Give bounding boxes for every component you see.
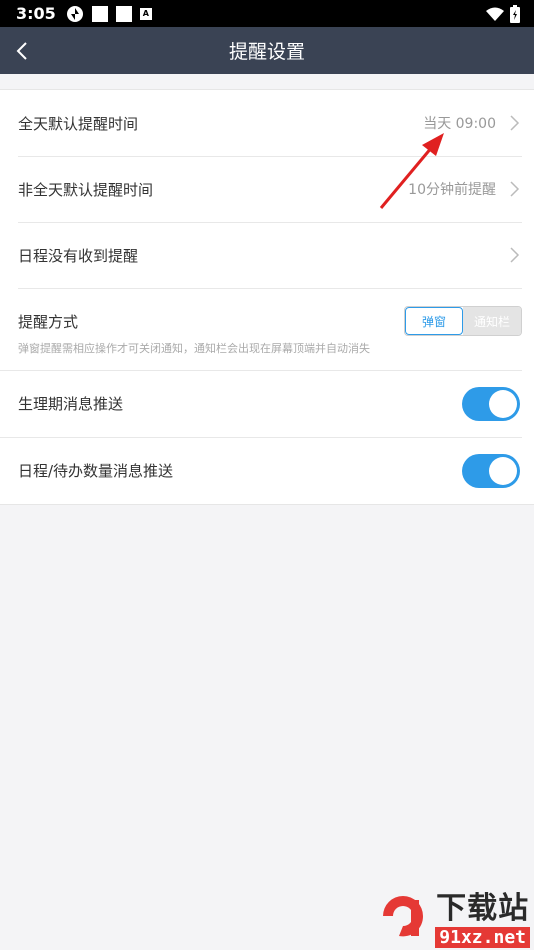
period-push-toggle[interactable] xyxy=(462,386,520,421)
allday-reminder-label: 全天默认提醒时间 xyxy=(18,114,139,133)
page-title: 提醒设置 xyxy=(228,41,305,63)
back-button[interactable] xyxy=(0,27,44,74)
watermark-text: 下载站 91xz.net xyxy=(435,883,530,948)
nonallday-reminder-row[interactable]: 非全天默认提醒时间 10分钟前提醒 xyxy=(0,156,534,222)
period-push-row: 生理期消息推送 xyxy=(0,370,534,437)
schedule-push-row: 日程/待办数量消息推送 xyxy=(0,437,534,504)
mode-option-notification[interactable]: 通知栏 xyxy=(463,307,521,335)
allday-reminder-value: 当天 09:00 xyxy=(423,116,496,132)
wifi-icon xyxy=(486,7,504,21)
reminder-mode-segmented-control: 弹窗 通知栏 xyxy=(404,306,522,336)
missed-reminder-row[interactable]: 日程没有收到提醒 xyxy=(0,222,534,288)
schedule-push-toggle[interactable] xyxy=(462,453,520,488)
settings-list: 全天默认提醒时间 当天 09:00 非全天默认提醒时间 10分钟前提醒 日程没有… xyxy=(0,89,534,505)
toggle-knob xyxy=(489,389,517,418)
allday-reminder-row[interactable]: 全天默认提醒时间 当天 09:00 xyxy=(0,90,534,156)
battery-icon xyxy=(510,4,520,23)
notification-icon xyxy=(115,5,132,22)
chevron-right-icon xyxy=(510,115,520,131)
status-icons-left: A xyxy=(66,5,152,23)
a-badge-icon: A xyxy=(139,7,152,20)
chevron-right-icon xyxy=(510,181,520,197)
period-push-label: 生理期消息推送 xyxy=(18,395,124,413)
reminder-mode-hint: 弹窗提醒需相应操作才可关闭通知，通知栏会出现在屏幕顶端并自动消失 xyxy=(18,342,370,355)
schedule-push-label: 日程/待办数量消息推送 xyxy=(18,462,174,480)
status-icons-right xyxy=(486,4,520,23)
mode-option-popup[interactable]: 弹窗 xyxy=(405,307,463,335)
watermark-url: 91xz.net xyxy=(435,927,530,948)
watermark-logo-icon xyxy=(383,895,424,936)
toggle-knob xyxy=(489,456,517,485)
watermark: 下载站 91xz.net xyxy=(375,883,530,948)
missed-reminder-label: 日程没有收到提醒 xyxy=(18,246,139,265)
status-time: 3:05 xyxy=(16,4,56,23)
nonallday-reminder-label: 非全天默认提醒时间 xyxy=(18,180,154,199)
sync-icon xyxy=(66,5,83,22)
app-bar: 提醒设置 xyxy=(0,27,534,74)
status-bar: 3:05 A xyxy=(0,0,534,27)
chevron-left-icon xyxy=(16,41,27,60)
reminder-mode-label: 提醒方式 xyxy=(18,312,79,331)
nonallday-reminder-value: 10分钟前提醒 xyxy=(408,182,496,198)
chevron-right-icon xyxy=(510,247,520,263)
notification-icon xyxy=(91,5,108,22)
watermark-brand: 下载站 xyxy=(436,891,530,926)
